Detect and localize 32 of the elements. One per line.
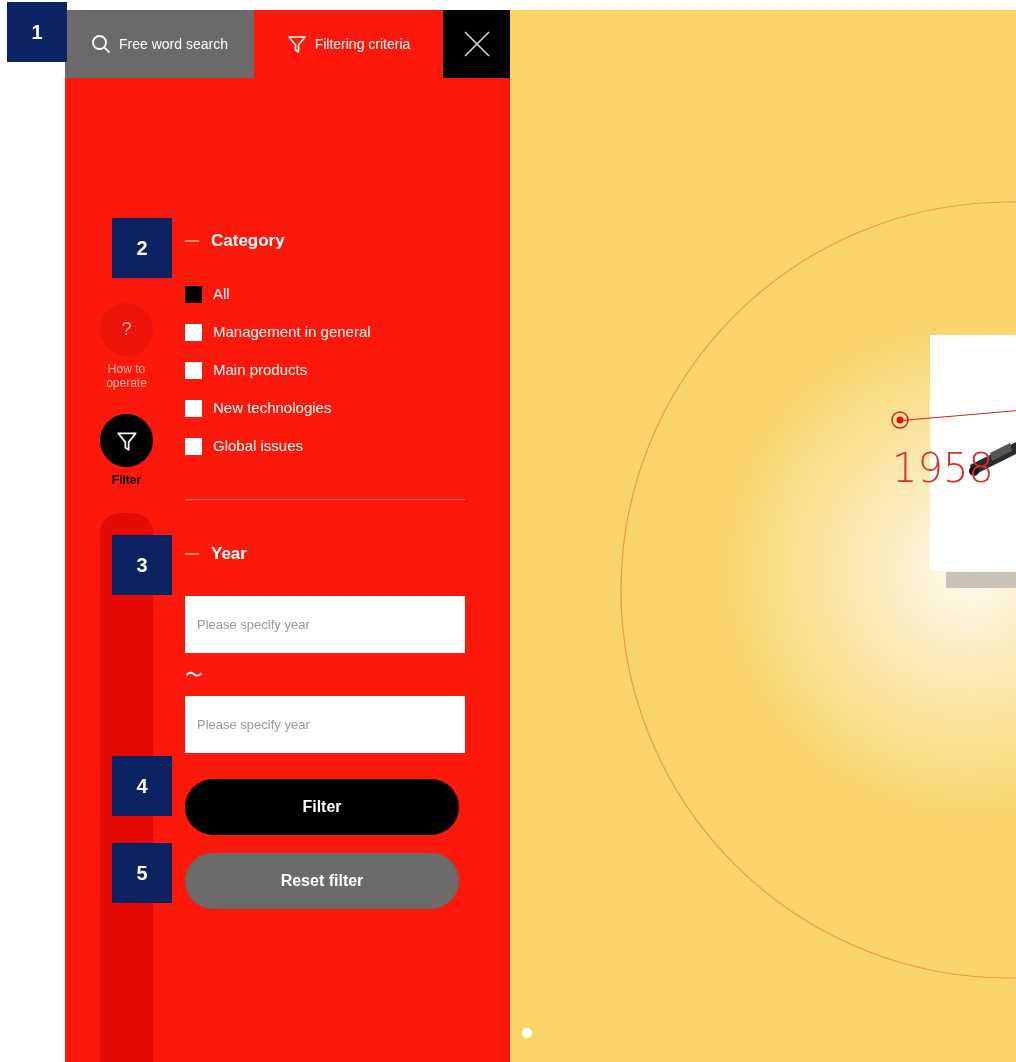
close-icon: [462, 30, 491, 58]
year-field[interactable]: Please specify year: [185, 596, 465, 653]
year-marker-icon: [890, 410, 910, 430]
checkbox[interactable]: [185, 437, 202, 455]
checkbox-label: Global issues: [213, 435, 304, 456]
checkbox-label: Main products: [213, 359, 308, 380]
reset-filter-button[interactable]: Reset filter: [185, 853, 459, 909]
callout-number: 4: [112, 756, 172, 816]
range-separator: 〜: [185, 665, 203, 685]
filter-icon: [286, 34, 307, 54]
close-button[interactable]: [443, 10, 510, 78]
checkbox[interactable]: [185, 361, 202, 379]
panel-tab[interactable]: Free word search: [65, 10, 254, 78]
section-heading: Category: [211, 230, 285, 253]
callout-number: 2: [112, 218, 172, 278]
checkbox-label: All: [213, 283, 230, 304]
callout-number: 5: [112, 843, 172, 903]
callout-number: 3: [112, 535, 172, 595]
checkbox[interactable]: [185, 399, 202, 417]
checkbox[interactable]: [185, 323, 202, 341]
card-shadow: [946, 572, 1016, 588]
filter-icon: [115, 429, 138, 452]
checkbox[interactable]: [185, 285, 202, 303]
section-heading: Year: [211, 543, 247, 566]
callout-number: 1: [7, 2, 67, 62]
filter-button[interactable]: Filter: [185, 779, 459, 835]
help-icon: ?: [121, 316, 132, 343]
checkbox-label: New technologies: [213, 397, 332, 418]
year-field[interactable]: Please specify year: [185, 696, 465, 753]
checkbox-label: Management in general: [213, 321, 371, 342]
timeline-year: 1958: [892, 446, 994, 490]
search-icon: [91, 34, 112, 54]
